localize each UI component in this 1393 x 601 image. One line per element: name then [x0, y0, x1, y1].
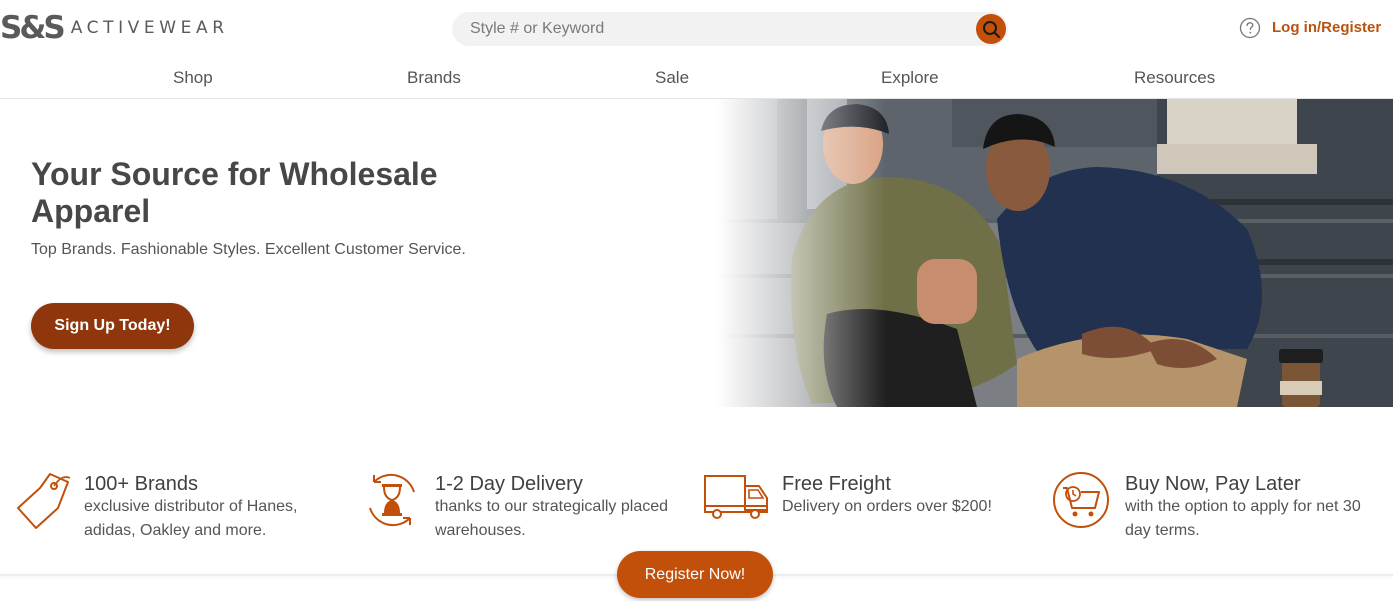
site-header: S&S ACTIVEWEAR Log in/Register Shop Bran…: [0, 0, 1393, 99]
feature-title: 1-2 Day Delivery: [435, 473, 583, 495]
sign-up-button[interactable]: Sign Up Today!: [31, 303, 194, 349]
nav-item-sale[interactable]: Sale: [655, 67, 689, 89]
cart-clock-icon: [1053, 472, 1109, 528]
login-register-link[interactable]: Log in/Register: [1272, 18, 1381, 38]
search-input[interactable]: [470, 12, 970, 46]
feature-title: Free Freight: [782, 473, 891, 495]
nav-item-explore[interactable]: Explore: [881, 67, 939, 89]
feature-title: 100+ Brands: [84, 473, 198, 495]
hero-image: [717, 99, 1393, 407]
feature-title: Buy Now, Pay Later: [1125, 473, 1301, 495]
feature-description: exclusive distributor of Hanes, adidas, …: [84, 498, 298, 539]
logo-mark: S&S: [0, 10, 66, 46]
logo-wordmark: ACTIVEWEAR: [70, 18, 229, 38]
hero-photo-illustration: [717, 99, 1393, 407]
search-button[interactable]: [976, 14, 1006, 44]
feature-description: Delivery on orders over $200!: [782, 498, 992, 515]
price-tag-icon: [17, 473, 71, 529]
nav-item-resources[interactable]: Resources: [1134, 67, 1215, 89]
site-logo[interactable]: S&S ACTIVEWEAR: [0, 10, 229, 46]
hero-subtitle: Top Brands. Fashionable Styles. Excellen…: [31, 241, 466, 258]
nav-item-brands[interactable]: Brands: [407, 67, 461, 89]
register-now-button[interactable]: Register Now!: [617, 551, 773, 598]
truck-icon: [704, 475, 768, 519]
search-bar: [452, 12, 1008, 46]
hourglass-icon: [369, 473, 415, 527]
sign-up-button-label: Sign Up Today!: [54, 317, 171, 334]
feature-description: with the option to apply for net 30 day …: [1125, 498, 1361, 539]
search-icon: [983, 21, 1001, 39]
feature-description: thanks to our strategically placed wareh…: [435, 498, 669, 539]
hero-title: Your Source for Wholesale Apparel: [31, 156, 438, 229]
help-circle-icon[interactable]: [1239, 17, 1261, 39]
nav-item-shop[interactable]: Shop: [173, 67, 213, 89]
